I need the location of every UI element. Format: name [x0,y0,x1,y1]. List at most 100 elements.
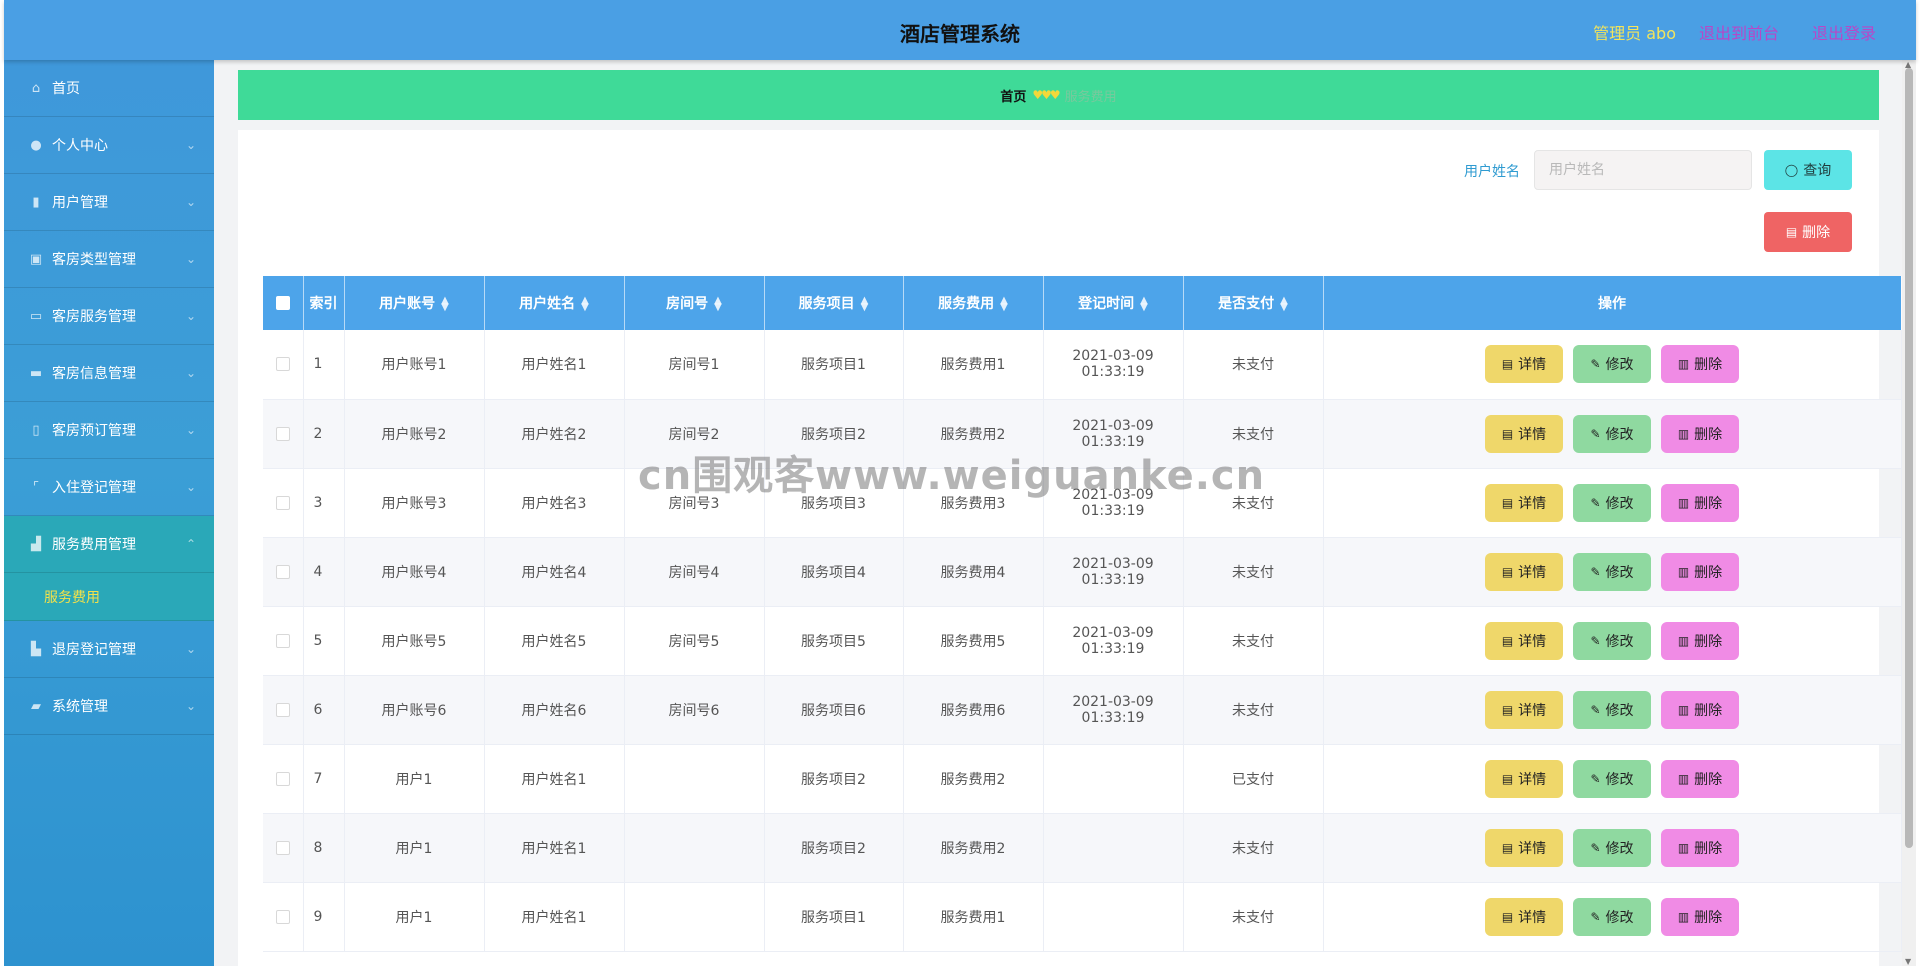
detail-button[interactable]: ▤ 详情 [1485,483,1563,522]
delete-button[interactable]: ▥ 删除 [1661,690,1739,729]
cell-room: 房间号4 [624,537,765,606]
sidebar-item-room-types[interactable]: ▣ 客房类型管理 ⌄ [4,231,214,288]
cell-paid: 未支付 [1183,606,1324,675]
row-actions-cell: ▤ 详情 ✎ 修改 ▥ 删除 [1323,882,1902,951]
header-fee[interactable]: 服务费用 ▲ ▼ [903,276,1044,330]
edit-button[interactable]: ✎ 修改 [1573,483,1651,522]
edit-button[interactable]: ✎ 修改 [1573,690,1651,729]
delete-button[interactable]: ▥ 删除 [1661,483,1739,522]
row-checkbox[interactable] [275,426,290,441]
row-select-cell[interactable] [263,330,304,399]
row-select-cell[interactable] [263,813,304,882]
detail-button[interactable]: ▤ 详情 [1485,690,1563,729]
delete-label: 删除 [1694,564,1723,581]
sort-icon[interactable]: ▲ ▼ [581,296,589,313]
edit-button[interactable]: ✎ 修改 [1573,897,1651,936]
sidebar-item-checkout[interactable]: ▙ 退房登记管理 ⌄ [4,621,214,678]
pencil-icon: ✎ [1590,564,1601,579]
cell-fee: 服务费用5 [903,606,1044,675]
cell-time: 2021-03-09 01:33:19 [1043,468,1184,537]
row-checkbox[interactable] [275,357,290,372]
sort-icon[interactable]: ▲ ▼ [861,296,869,313]
sort-icon[interactable]: ▲ ▼ [1000,296,1008,313]
header-name[interactable]: 用户姓名 ▲ ▼ [484,276,625,330]
vertical-scrollbar[interactable]: ▲ ▼ [1902,60,1916,966]
row-checkbox[interactable] [275,702,290,717]
sidebar-item-home[interactable]: ⌂ 首页 [4,60,214,117]
table-header-row: 索引 用户账号 ▲ ▼ 用户姓名 ▲ ▼ 房间号 ▲ ▼ 服务项目 ▲ ▼ 服务费用 ▲ ▼ 登记时… [263,276,1902,330]
select-all-checkbox[interactable] [275,296,290,310]
row-select-cell[interactable] [263,744,304,813]
row-select-cell[interactable] [263,675,304,744]
row-select-cell[interactable] [263,606,304,675]
detail-button[interactable]: ▤ 详情 [1485,345,1563,384]
header-account[interactable]: 用户账号 ▲ ▼ [344,276,485,330]
detail-button[interactable]: ▤ 详情 [1485,897,1563,936]
detail-label: 详情 [1518,633,1547,650]
row-select-cell[interactable] [263,399,304,468]
row-select-cell[interactable] [263,882,304,951]
detail-button[interactable]: ▤ 详情 [1485,621,1563,660]
sort-icon[interactable]: ▲ ▼ [714,296,722,313]
sidebar-item-system[interactable]: ▰ 系统管理 ⌄ [4,678,214,735]
row-checkbox[interactable] [275,495,290,510]
detail-button[interactable]: ▤ 详情 [1485,552,1563,591]
header-room[interactable]: 房间号 ▲ ▼ [624,276,765,330]
row-actions-cell: ▤ 详情 ✎ 修改 ▥ 删除 [1323,468,1902,537]
sidebar-item-booking[interactable]: ▯ 客房预订管理 ⌄ [4,402,214,459]
row-checkbox[interactable] [275,909,290,924]
printer-icon: ▬ [29,365,43,381]
row-checkbox[interactable] [275,840,290,855]
edit-button[interactable]: ✎ 修改 [1573,552,1651,591]
sidebar-subitem-service-fee[interactable]: 服务费用 [4,573,214,621]
pencil-icon: ✎ [1590,495,1601,510]
sort-icon[interactable]: ▲ ▼ [1280,296,1288,313]
delete-button[interactable]: ▥ 删除 [1661,552,1739,591]
sidebar-item-service-fees[interactable]: ▟ 服务费用管理 ⌃ [4,516,214,573]
edit-button[interactable]: ✎ 修改 [1573,621,1651,660]
detail-button[interactable]: ▤ 详情 [1485,828,1563,867]
delete-button[interactable]: ▥ 删除 [1661,621,1739,660]
breadcrumb-home[interactable]: 首页 [1000,86,1026,105]
row-checkbox[interactable] [275,771,290,786]
sidebar-item-personal[interactable]: ● 个人中心 ⌄ [4,117,214,174]
back-to-front-link[interactable]: 退出到前台 [1699,20,1779,44]
header-time[interactable]: 登记时间 ▲ ▼ [1043,276,1184,330]
edit-button[interactable]: ✎ 修改 [1573,414,1651,453]
sidebar-item-room-info[interactable]: ▬ 客房信息管理 ⌄ [4,345,214,402]
batch-delete-button[interactable]: ▤ 删除 [1764,212,1852,252]
detail-label: 详情 [1518,564,1547,581]
cell-service: 服务项目4 [764,537,904,606]
select-all-cell[interactable] [263,276,304,330]
row-select-cell[interactable] [263,537,304,606]
edit-button[interactable]: ✎ 修改 [1573,345,1651,384]
edit-button[interactable]: ✎ 修改 [1573,759,1651,798]
scroll-down-icon[interactable]: ▼ [1905,957,1911,966]
header-paid[interactable]: 是否支付 ▲ ▼ [1183,276,1324,330]
sidebar-item-checkin[interactable]: ⌜ 入住登记管理 ⌄ [4,459,214,516]
delete-button[interactable]: ▥ 删除 [1661,345,1739,384]
sidebar-item-label: 个人中心 [52,138,108,154]
logout-link[interactable]: 退出登录 [1812,20,1876,44]
row-select-cell[interactable] [263,468,304,537]
query-button[interactable]: ◯ 查询 [1764,150,1852,190]
row-actions: ▤ 详情 ✎ 修改 ▥ 删除 [1324,828,1901,867]
row-checkbox[interactable] [275,564,290,579]
edit-label: 修改 [1605,702,1634,719]
row-checkbox[interactable] [275,633,290,648]
sidebar-item-room-service[interactable]: ▭ 客房服务管理 ⌄ [4,288,214,345]
header-service[interactable]: 服务项目 ▲ ▼ [764,276,904,330]
delete-button[interactable]: ▥ 删除 [1661,759,1739,798]
detail-button[interactable]: ▤ 详情 [1485,759,1563,798]
table-body: 1 用户账号1 用户姓名1 房间号1 服务项目1 服务费用1 2021-03-09 01:3… [263,330,1902,951]
edit-button[interactable]: ✎ 修改 [1573,828,1651,867]
sidebar-item-users[interactable]: ▮ 用户管理 ⌄ [4,174,214,231]
delete-button[interactable]: ▥ 删除 [1661,828,1739,867]
delete-button[interactable]: ▥ 删除 [1661,897,1739,936]
sort-icon[interactable]: ▲ ▼ [441,296,449,313]
scrollbar-thumb[interactable] [1905,68,1913,848]
search-input[interactable] [1534,150,1752,190]
detail-button[interactable]: ▤ 详情 [1485,414,1563,453]
sort-icon[interactable]: ▲ ▼ [1140,296,1148,313]
delete-button[interactable]: ▥ 删除 [1661,414,1739,453]
